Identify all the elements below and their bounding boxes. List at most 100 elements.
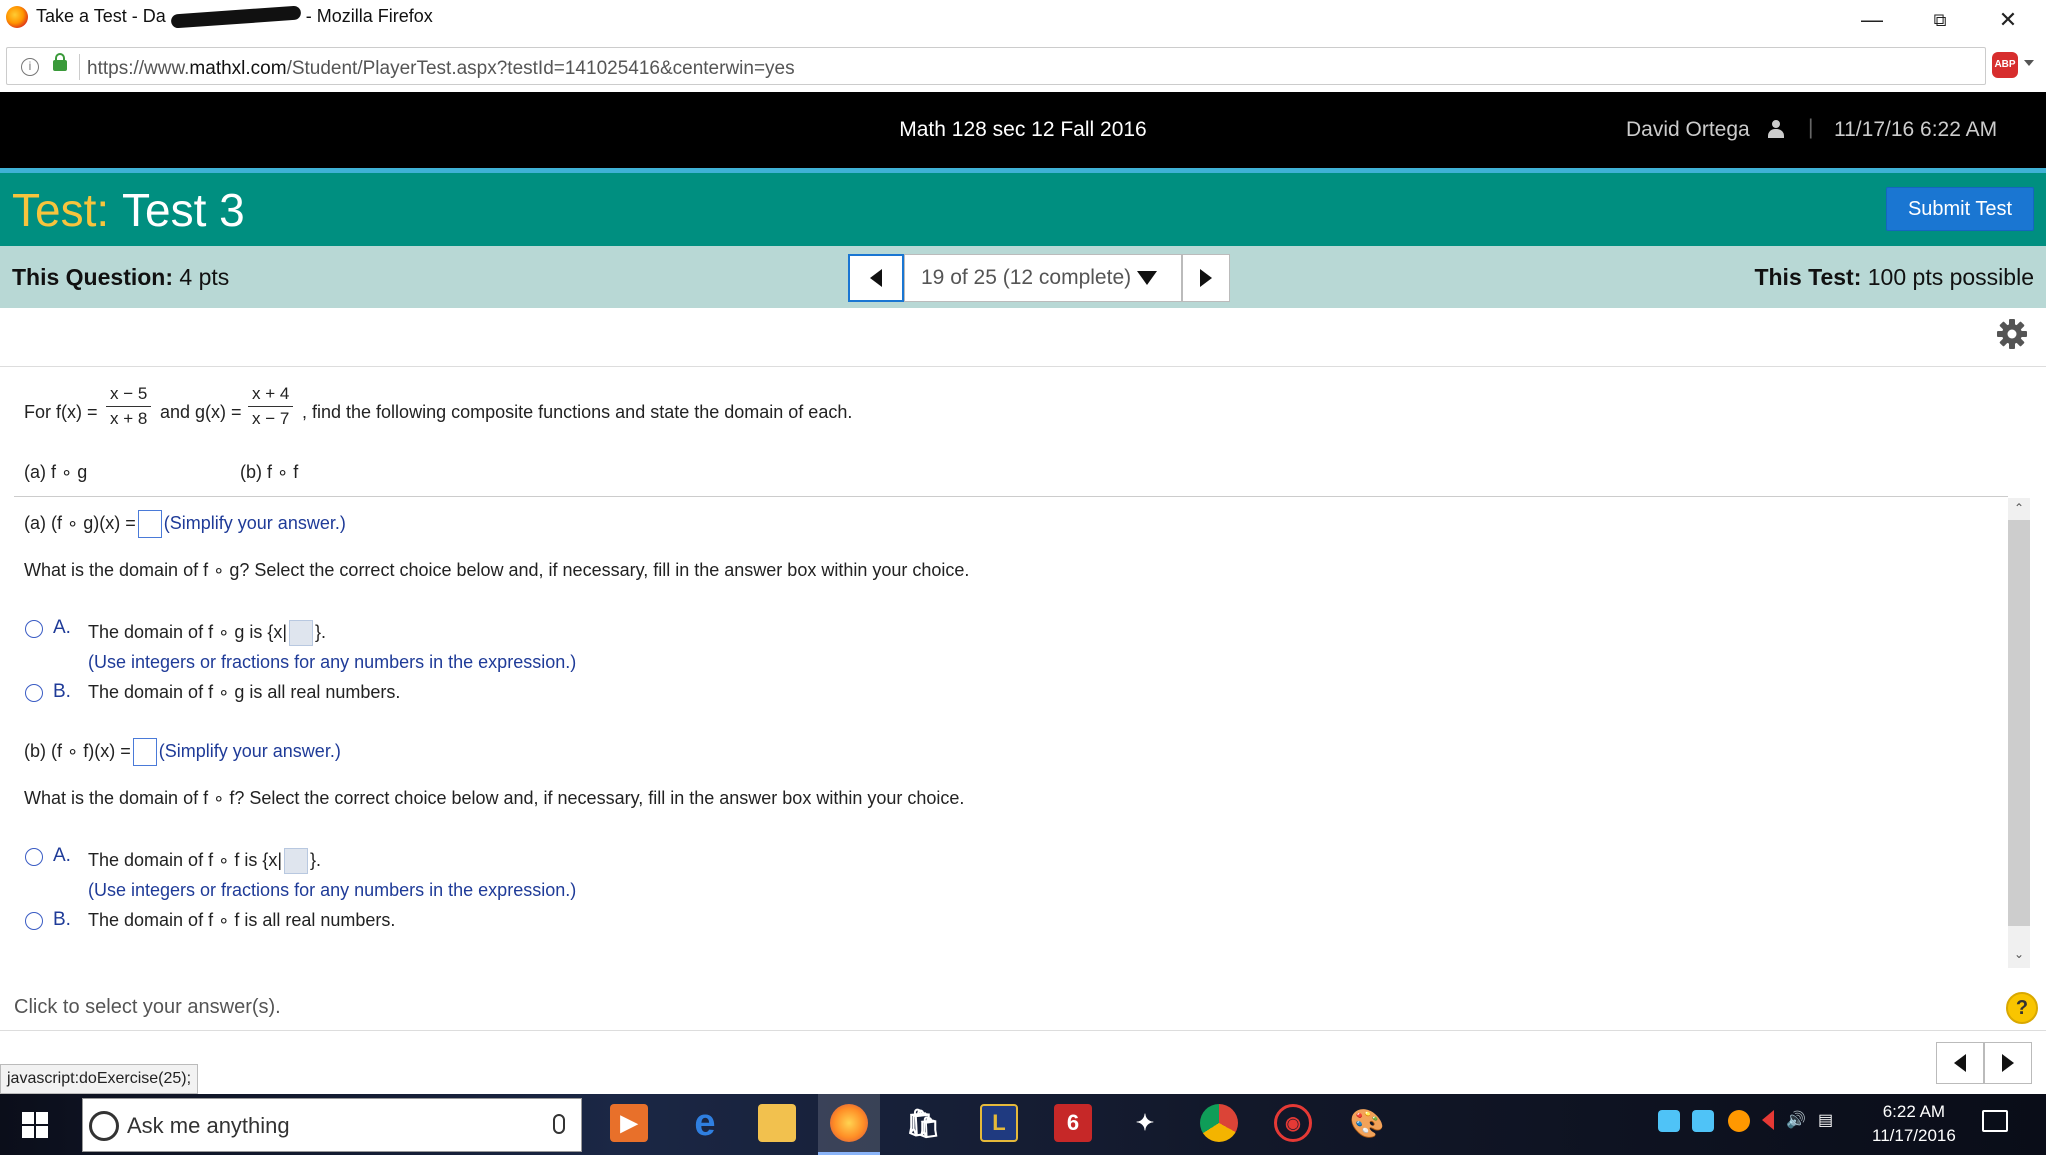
- option-letter: A.: [53, 617, 71, 638]
- domain-b-input[interactable]: [284, 848, 309, 874]
- info-icon[interactable]: i: [21, 58, 39, 76]
- option-letter: A.: [53, 845, 71, 866]
- tray-app-icon[interactable]: [1658, 1110, 1680, 1132]
- microphone-icon[interactable]: [553, 1114, 565, 1134]
- help-button[interactable]: ?: [2006, 992, 2038, 1024]
- answer-b-input[interactable]: [132, 738, 157, 766]
- window-title-bar: Take a Test - Da - Mozilla Firefox — ⧉ ✕: [0, 0, 2046, 40]
- header-separator: |: [1808, 116, 1814, 139]
- option-a-b-text: The domain of f ∘ g is all real numbers.: [88, 682, 401, 702]
- option-hint: (Use integers or fractions for any numbe…: [88, 652, 577, 672]
- problem-for-text: For f(x) =: [24, 402, 98, 422]
- f-denominator: x + 8: [110, 409, 148, 428]
- target-app-icon[interactable]: ◉: [1274, 1104, 1312, 1142]
- option-a-a-text: The domain of f ∘ g is {x|}.: [88, 620, 326, 646]
- g-fraction: x + 4 x − 7: [248, 384, 294, 429]
- network-icon[interactable]: ▤: [1818, 1110, 1840, 1132]
- option-b-b-text: The domain of f ∘ f is all real numbers.: [88, 910, 396, 930]
- close-icon: ✕: [1998, 7, 2018, 32]
- test-name: Test 3: [122, 184, 245, 236]
- answer-scrollbar-thumb[interactable]: [2008, 520, 2030, 926]
- restore-icon: ⧉: [1933, 9, 1947, 30]
- f-numerator: x − 5: [106, 384, 152, 407]
- next-question-button[interactable]: [1182, 254, 1230, 302]
- problem-rest-text: , find the following composite functions…: [302, 402, 853, 422]
- media-player-icon[interactable]: ▶: [610, 1104, 648, 1142]
- bottom-previous-button[interactable]: [1936, 1042, 1984, 1084]
- blade-app-icon[interactable]: ✦: [1126, 1104, 1164, 1142]
- triangle-right-icon: [1200, 269, 1212, 287]
- domain-a-question: What is the domain of f ∘ g? Select the …: [24, 560, 970, 580]
- this-question-points: This Question: 4 pts: [12, 264, 230, 290]
- minimize-icon: —: [1861, 7, 1883, 32]
- test-label: Test:: [12, 184, 110, 236]
- option-letter: B.: [53, 681, 71, 702]
- lock-icon: [53, 53, 67, 71]
- answer-a-input[interactable]: [137, 510, 162, 538]
- store-icon[interactable]: 🛍: [904, 1104, 942, 1142]
- clock-time: 6:22 AM: [1882, 1102, 1946, 1121]
- triangle-right-icon: [2002, 1054, 2014, 1072]
- action-center-icon[interactable]: [1982, 1110, 2008, 1132]
- adblock-dropdown-icon[interactable]: [2024, 60, 2034, 66]
- chrome-icon[interactable]: [1200, 1104, 1238, 1142]
- header-datetime: 11/17/16 6:22 AM: [1834, 118, 1998, 141]
- red-app-icon[interactable]: 6: [1054, 1104, 1092, 1142]
- answer-a-row: (a) (f ∘ g)(x) = (Simplify your answer.): [24, 510, 346, 538]
- scroll-up-icon[interactable]: ⌃: [2008, 498, 2030, 518]
- submit-test-button[interactable]: Submit Test: [1886, 187, 2034, 231]
- user-name[interactable]: David Ortega: [1626, 118, 1750, 142]
- cortana-circle-icon: [89, 1111, 119, 1141]
- edge-browser-icon[interactable]: e: [686, 1102, 724, 1144]
- adblock-plus-icon[interactable]: ABP: [1992, 52, 2018, 78]
- g-numerator: x + 4: [248, 384, 294, 407]
- g-denominator: x − 7: [252, 409, 290, 428]
- tray-app-icon[interactable]: [1728, 1110, 1750, 1132]
- clock-date: 11/17/2016: [1872, 1126, 1956, 1145]
- divider: [0, 1030, 2046, 1031]
- part-a-label: (a) f ∘ g: [24, 462, 88, 482]
- window-title: Take a Test - Da - Mozilla Firefox: [36, 5, 433, 29]
- url-text: https://www.mathxl.com/Student/PlayerTes…: [87, 58, 795, 79]
- cortana-search-box[interactable]: Ask me anything: [82, 1098, 582, 1152]
- url-field[interactable]: i https://www.mathxl.com/Student/PlayerT…: [6, 47, 1986, 85]
- scroll-down-icon[interactable]: ⌄: [2008, 944, 2030, 964]
- domain-b-question: What is the domain of f ∘ f? Select the …: [24, 788, 965, 808]
- question-bar: This Question: 4 pts 19 of 25 (12 comple…: [0, 246, 2046, 308]
- windows-start-icon[interactable]: [22, 1112, 48, 1138]
- volume-icon[interactable]: 🔊: [1786, 1110, 1808, 1132]
- radio-b-option-a[interactable]: [25, 848, 43, 866]
- triangle-left-icon: [1954, 1054, 1966, 1072]
- windows-taskbar: Ask me anything ▶ e 🛍 L 6 ✦ ◉ 🎨 🔊 ▤ 6:22…: [0, 1094, 2046, 1155]
- close-window-button[interactable]: ✕: [1974, 0, 2042, 40]
- radio-a-option-b[interactable]: [25, 684, 43, 702]
- restore-button[interactable]: ⧉: [1906, 0, 1974, 40]
- dropdown-triangle-icon: [1137, 271, 1158, 285]
- divider: [0, 366, 2046, 367]
- cortana-search-placeholder: Ask me anything: [127, 1113, 290, 1138]
- previous-question-button[interactable]: [848, 254, 904, 302]
- file-explorer-icon[interactable]: [758, 1104, 796, 1142]
- paint-icon[interactable]: 🎨: [1348, 1104, 1386, 1142]
- settings-gear-icon[interactable]: [1996, 318, 2028, 350]
- this-test-points: This Test: 100 pts possible: [1754, 264, 2034, 290]
- url-separator: [79, 54, 80, 80]
- radio-b-option-b[interactable]: [25, 912, 43, 930]
- active-app-indicator: [818, 1091, 880, 1155]
- select-answer-hint: Click to select your answer(s).: [14, 996, 281, 1018]
- radio-a-option-a[interactable]: [25, 620, 43, 638]
- address-bar: i https://www.mathxl.com/Student/PlayerT…: [0, 44, 2046, 88]
- minimize-button[interactable]: —: [1838, 0, 1906, 40]
- divider: [14, 496, 2008, 497]
- tray-app-icon[interactable]: [1692, 1110, 1714, 1132]
- taskbar-clock[interactable]: 6:22 AM 11/17/2016: [1872, 1100, 1956, 1148]
- problem-and-text: and g(x) =: [160, 402, 242, 422]
- tray-arrow-icon[interactable]: [1762, 1110, 1774, 1130]
- bottom-next-button[interactable]: [1984, 1042, 2032, 1084]
- question-selector-dropdown[interactable]: 19 of 25 (12 complete): [904, 254, 1182, 302]
- option-hint: (Use integers or fractions for any numbe…: [88, 880, 577, 900]
- course-header: Math 128 sec 12 Fall 2016 David Ortega |…: [0, 92, 2046, 168]
- league-app-icon[interactable]: L: [980, 1104, 1018, 1142]
- domain-a-input[interactable]: [289, 620, 314, 646]
- option-letter: B.: [53, 909, 71, 930]
